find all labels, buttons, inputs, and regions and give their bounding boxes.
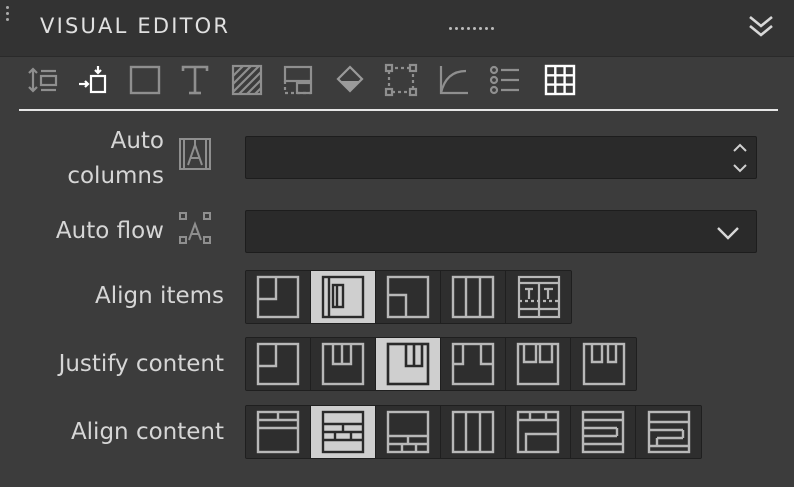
align-content-start-button[interactable] — [246, 406, 311, 458]
justify-content-space-around-button[interactable] — [506, 338, 571, 390]
stepper-icon[interactable] — [732, 141, 748, 175]
background-hatch-icon[interactable] — [229, 62, 265, 98]
align-items-group — [245, 270, 572, 324]
justify-content-end-button[interactable] — [311, 338, 376, 390]
justify-content-label: Justify content — [58, 351, 224, 377]
align-content-group — [245, 405, 702, 459]
align-content-space-evenly-button[interactable] — [636, 406, 701, 458]
chevron-down-icon — [717, 227, 739, 240]
text-icon[interactable] — [177, 62, 213, 98]
align-items-end-button[interactable] — [376, 271, 441, 323]
panel-header: VISUAL EDITOR — [0, 0, 794, 57]
align-items-start-button[interactable] — [246, 271, 311, 323]
align-content-stretch-button[interactable] — [441, 406, 506, 458]
justify-content-center-button[interactable] — [376, 338, 441, 390]
toolbar-divider — [19, 109, 778, 111]
list-icon[interactable] — [487, 62, 523, 98]
align-content-space-around-button[interactable] — [571, 406, 636, 458]
layout-icon[interactable] — [280, 62, 316, 98]
justify-content-space-between-button[interactable] — [441, 338, 506, 390]
auto-columns-label: Auto columns — [67, 128, 164, 189]
align-content-end-button[interactable] — [376, 406, 441, 458]
justify-content-start-button[interactable] — [246, 338, 311, 390]
panel-title: VISUAL EDITOR — [40, 14, 231, 38]
drag-handle-icon[interactable] — [449, 27, 494, 30]
auto-columns-icon — [177, 136, 213, 172]
align-items-center-button[interactable] — [441, 271, 506, 323]
vertical-spacing-icon[interactable] — [24, 62, 60, 98]
resize-grip-icon[interactable] — [6, 6, 10, 26]
justify-content-space-evenly-button[interactable] — [571, 338, 636, 390]
fill-diamond-icon[interactable] — [332, 62, 368, 98]
align-content-center-button[interactable] — [311, 406, 376, 458]
auto-flow-label: Auto flow — [55, 218, 164, 244]
align-content-space-between-button[interactable] — [506, 406, 571, 458]
justify-content-group — [245, 337, 637, 391]
grid-icon[interactable] — [542, 62, 578, 98]
align-items-baseline-button[interactable] — [506, 271, 571, 323]
curve-icon[interactable] — [435, 62, 471, 98]
auto-columns-input[interactable] — [245, 136, 757, 179]
box-icon[interactable] — [127, 62, 163, 98]
auto-flow-select[interactable] — [245, 210, 757, 253]
double-chevron-down-icon[interactable] — [746, 12, 776, 42]
auto-flow-icon — [177, 210, 213, 246]
position-icon[interactable] — [76, 62, 112, 98]
align-content-label: Align content — [70, 419, 224, 445]
border-icon[interactable] — [383, 62, 419, 98]
align-items-stretch-button[interactable] — [311, 271, 376, 323]
align-items-label: Align items — [95, 283, 224, 309]
